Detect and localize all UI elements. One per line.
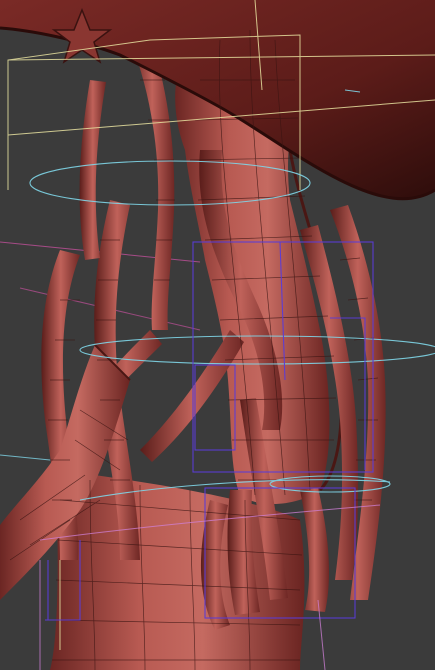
sculpt-model-render[interactable] [0,0,435,670]
3d-viewport[interactable] [0,0,435,670]
